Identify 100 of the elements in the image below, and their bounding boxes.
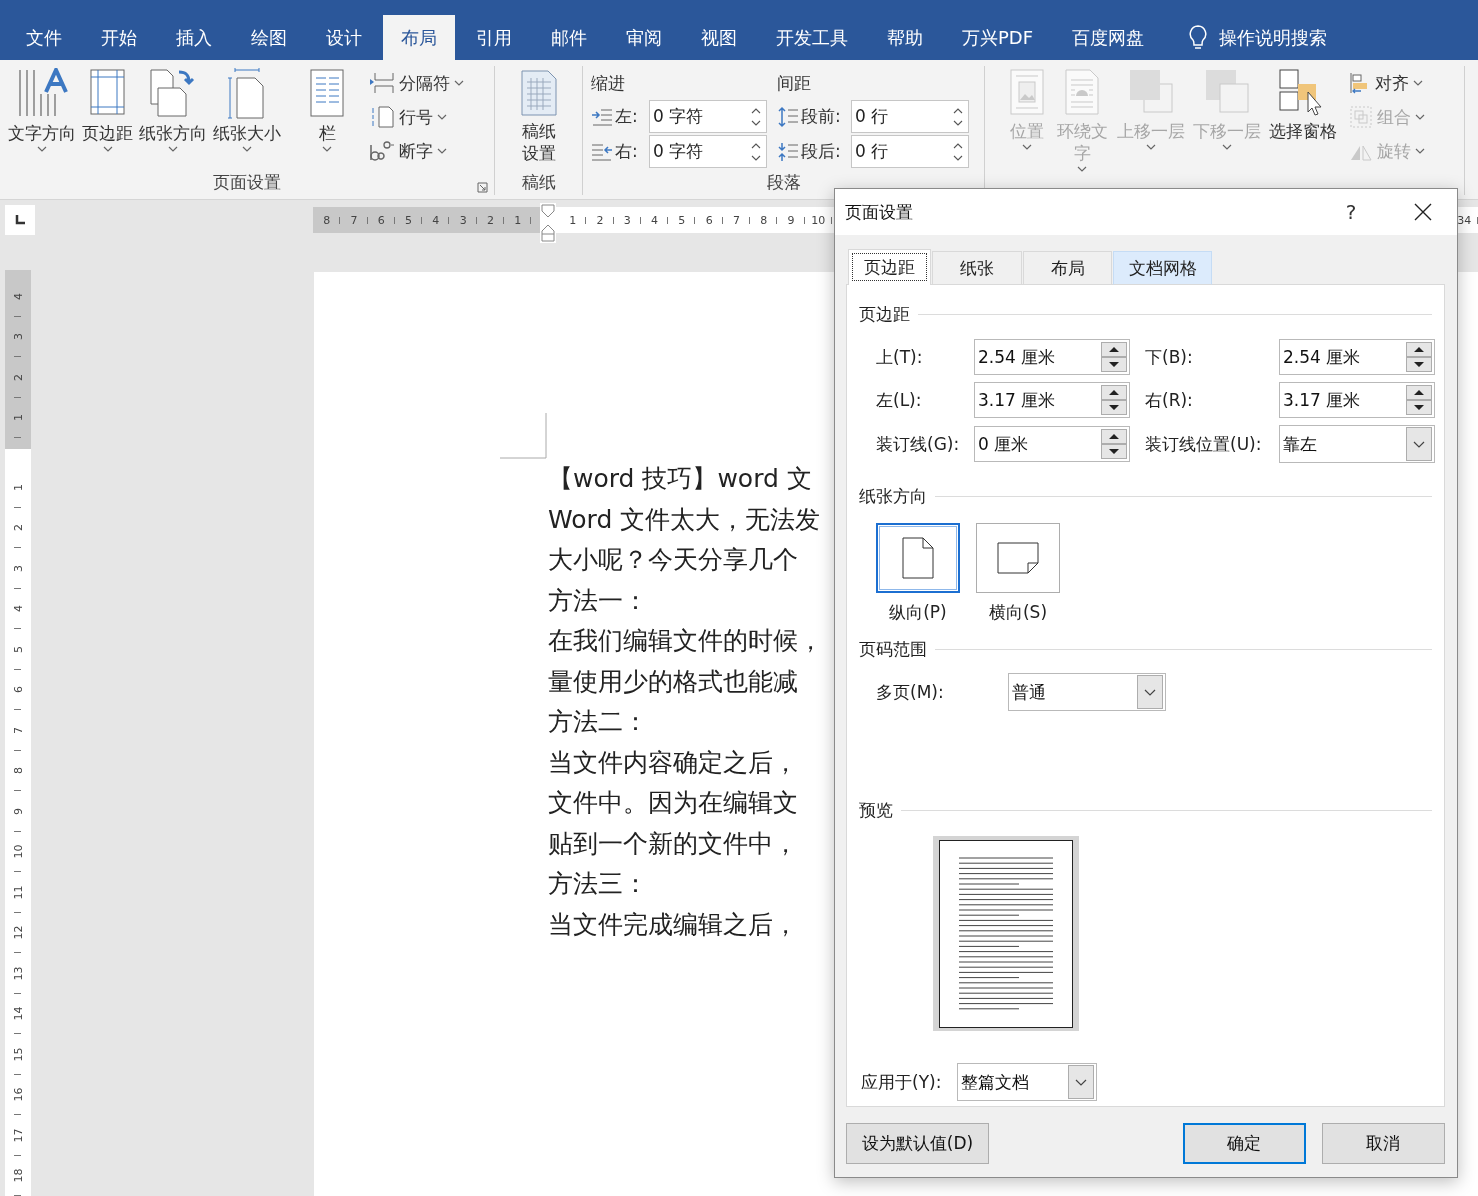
- tell-me-search[interactable]: 操作说明搜索: [1219, 25, 1328, 50]
- ribbon-tab[interactable]: 设计: [308, 15, 380, 60]
- field-label: 装订线(G):: [876, 432, 961, 456]
- dropdown-field[interactable]: 靠左: [1279, 425, 1435, 463]
- spin-field[interactable]: 0 字符: [649, 135, 767, 168]
- ribbon-tab[interactable]: 万兴PDF: [944, 15, 1052, 60]
- ribbon-tab[interactable]: 视图: [683, 15, 755, 60]
- ruler-number: 5: [394, 213, 423, 227]
- ruler-number: 13: [11, 966, 25, 981]
- ruler-number: 1: [559, 213, 587, 227]
- chevron-down-icon: [168, 146, 178, 152]
- ruler-number: 4: [11, 292, 25, 300]
- chevron-down-icon: [1146, 144, 1156, 150]
- ruler-number: 2: [586, 213, 614, 227]
- section-title: 页码范围: [859, 638, 927, 661]
- lightbulb-icon: [1189, 24, 1208, 51]
- section-label: 间距: [777, 72, 812, 95]
- ribbon-tab[interactable]: 帮助: [869, 15, 941, 60]
- chevron-down-icon: [37, 146, 47, 152]
- ruler-number: 4: [422, 213, 450, 227]
- ribbon-tab[interactable]: 百度网盘: [1054, 15, 1163, 60]
- body-text-line: 量使用少的格式也能减: [548, 665, 798, 698]
- ribbon-tab[interactable]: 插入: [158, 15, 230, 60]
- spin-field[interactable]: 2.54 厘米: [1279, 339, 1435, 375]
- ribbon-button[interactable]: 行号: [367, 102, 466, 132]
- dialog-launcher-icon[interactable]: [477, 182, 488, 193]
- indent-right-icon: [591, 141, 613, 162]
- indent-marker-icon[interactable]: [540, 203, 556, 243]
- spin-field[interactable]: 3.17 厘米: [1279, 382, 1435, 418]
- spin-field[interactable]: 0 行: [851, 135, 969, 168]
- dialog-button[interactable]: 确定: [1182, 1122, 1306, 1164]
- ribbon-tab[interactable]: 引用: [458, 15, 530, 60]
- ribbon-button[interactable]: 分隔符: [367, 68, 466, 98]
- ribbon-tab[interactable]: 绘图: [233, 15, 305, 60]
- field-label: 右(R):: [1145, 388, 1194, 412]
- hyphenation-icon: [369, 139, 395, 163]
- option-label: 横向(S): [988, 601, 1048, 624]
- ruler-number: 9: [11, 807, 25, 815]
- dropdown-field[interactable]: 普通: [1008, 673, 1166, 711]
- ruler-number: 10: [11, 844, 25, 859]
- ruler-number: 14: [11, 1006, 25, 1021]
- orientation-option[interactable]: [976, 523, 1060, 593]
- ribbon-tab[interactable]: 开发工具: [758, 15, 866, 60]
- ribbon-button[interactable]: 对齐: [1347, 68, 1427, 98]
- ribbon-tab[interactable]: 邮件: [533, 15, 605, 60]
- group-title: 段落: [766, 170, 801, 194]
- body-text-line: Word 文件太大，无法发: [548, 503, 821, 536]
- ribbon-tab[interactable]: 开始: [83, 15, 155, 60]
- ribbon-button[interactable]: 纸张大小: [211, 66, 283, 154]
- ribbon-button[interactable]: 选择窗格: [1267, 66, 1339, 144]
- section-label: 缩进: [591, 72, 626, 95]
- chevron-down-icon: [437, 114, 447, 120]
- dialog-tab[interactable]: 布局: [1023, 251, 1112, 285]
- ruler-number: 17: [11, 1128, 25, 1143]
- ruler-number: 3: [449, 213, 477, 227]
- body-text-line: 当文件完成编辑之后，: [548, 908, 798, 941]
- field-label: 应用于(Y):: [861, 1070, 943, 1094]
- dialog-button[interactable]: 取消: [1321, 1122, 1445, 1164]
- ruler-number: 6: [11, 686, 25, 694]
- spin-field[interactable]: 0 行: [851, 100, 969, 133]
- ribbon-button[interactable]: 断字: [367, 136, 466, 166]
- ribbon-tab[interactable]: 文件: [8, 15, 80, 60]
- ribbon-tab[interactable]: 审阅: [608, 15, 680, 60]
- field-label: 上(T):: [876, 345, 924, 369]
- spinner-arrows-icon: [1101, 385, 1127, 415]
- tab-selector[interactable]: [5, 205, 35, 235]
- help-button[interactable]: ?: [1331, 199, 1371, 225]
- ruler-number: 3: [11, 333, 25, 341]
- ruler-number: 1: [11, 483, 25, 491]
- ribbon-button[interactable]: 栏: [299, 66, 355, 154]
- line-numbers-icon: [369, 105, 395, 129]
- body-text-line: 方法二：: [548, 706, 648, 738]
- chevron-down-icon: [322, 146, 332, 152]
- body-text-line: 【word 技巧】word 文: [548, 463, 812, 495]
- dialog-tab[interactable]: 文档网格: [1113, 251, 1212, 285]
- spacing-before-icon: [777, 105, 799, 128]
- dialog-tab[interactable]: 纸张: [932, 251, 1022, 285]
- dialog-tab[interactable]: 页边距: [848, 249, 931, 285]
- ribbon-tab[interactable]: 布局: [383, 15, 455, 60]
- page-size-icon: [227, 68, 267, 120]
- dropdown-field[interactable]: 整篇文档: [957, 1063, 1097, 1101]
- ruler-number: 2: [11, 524, 25, 532]
- spin-field[interactable]: 0 厘米: [974, 426, 1130, 462]
- ribbon-button[interactable]: 纸张方向: [137, 66, 209, 154]
- spin-field[interactable]: 3.17 厘米: [974, 382, 1130, 418]
- page-orientation-icon: [149, 68, 197, 120]
- ribbon-button[interactable]: 稿纸设置: [516, 66, 561, 166]
- portrait-page-icon: [902, 537, 934, 579]
- spin-field[interactable]: 2.54 厘米: [974, 339, 1130, 375]
- ruler-number: 5: [11, 645, 25, 653]
- ruler-number: 8: [11, 767, 25, 775]
- dialog-button[interactable]: 设为默认值(D): [846, 1122, 989, 1164]
- spin-field[interactable]: 0 字符: [649, 100, 767, 133]
- body-text-line: 贴到一个新的文件中，: [548, 827, 798, 860]
- group-icon: [1349, 105, 1373, 129]
- ribbon-button[interactable]: 文字方向: [6, 66, 78, 154]
- orientation-option[interactable]: [876, 523, 960, 593]
- field-label: 装订线位置(U):: [1145, 432, 1263, 456]
- ribbon-button[interactable]: 页边距: [80, 66, 135, 154]
- spinner-arrows-icon: [1406, 342, 1432, 372]
